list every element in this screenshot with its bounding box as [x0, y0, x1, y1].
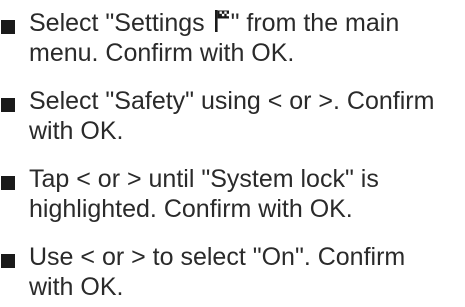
step-2-text: Select "Safety" using < or >. Confirm wi… — [29, 86, 461, 146]
bullet-square — [1, 176, 15, 190]
step-1-text-before-icon: Select "Settings — [29, 9, 212, 37]
step-1-line-1: Select "Settings " from the main — [29, 8, 461, 38]
step-4-line-1: Use < or > to select "On". Confirm — [29, 243, 406, 271]
step-3-text: Tap < or > until "System lock" is highli… — [29, 164, 461, 224]
step-3-line-2: highlighted. Confirm with OK. — [29, 195, 353, 223]
step-1-text: Select "Settings " from the main menu. C… — [29, 8, 461, 68]
instruction-steps: Select "Settings " from the main menu. C… — [0, 0, 465, 307]
step-4-text: Use < or > to select "On". Confirm with … — [29, 242, 461, 302]
bullet-square — [1, 20, 15, 34]
step-1-line-2: menu. Confirm with OK. — [29, 39, 295, 67]
settings-flag-icon — [214, 9, 230, 33]
step-3-line-1: Tap < or > until "System lock" is — [29, 165, 379, 193]
step-4-line-2: with OK. — [29, 273, 124, 301]
step-1-text-after-icon: " from the main — [230, 9, 400, 37]
bullet-square — [1, 254, 15, 268]
bullet-square — [1, 98, 15, 112]
step-2-line-1: Select "Safety" using < or >. Confirm — [29, 87, 435, 115]
step-2-line-2: with OK. — [29, 117, 124, 145]
